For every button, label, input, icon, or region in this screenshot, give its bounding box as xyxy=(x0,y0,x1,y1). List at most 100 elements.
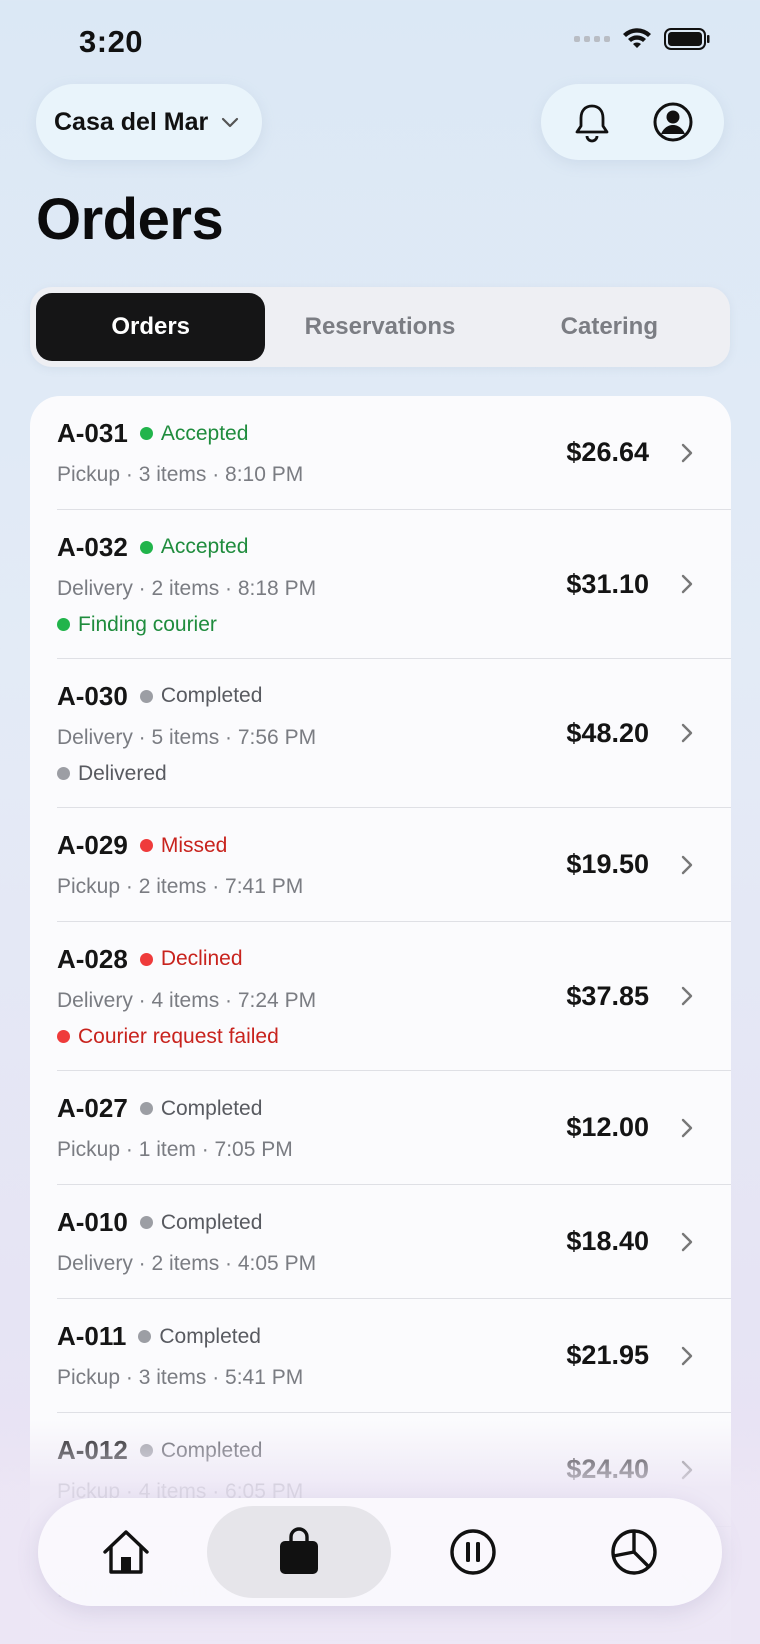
order-info: A-029 Missed Pickup · 2 items · 7:41 PM xyxy=(57,830,566,899)
order-id: A-030 xyxy=(57,680,128,711)
order-header: A-011 Completed xyxy=(57,1321,566,1352)
order-status-label: Completed xyxy=(160,1096,263,1120)
order-id: A-027 xyxy=(57,1093,128,1123)
tab-reports[interactable] xyxy=(554,1506,714,1598)
chevron-right-icon xyxy=(681,1460,693,1479)
order-status-label: Completed xyxy=(160,1210,263,1234)
tab-catering[interactable]: Catering xyxy=(495,293,724,361)
order-info: A-030 Completed Delivery · 5 items · 7:56 … xyxy=(57,681,566,786)
bell-icon xyxy=(575,104,609,143)
order-header: A-030 Completed xyxy=(57,681,566,712)
order-status-label: Completed xyxy=(160,684,263,707)
page-title: Orders xyxy=(36,187,224,252)
restaurant-name: Casa del Mar xyxy=(54,107,209,136)
order-status-badge: Completed xyxy=(139,1210,263,1235)
order-status-badge: Declined xyxy=(139,947,243,971)
order-info: A-031 Accepted Pickup · 3 items · 8:10 PM xyxy=(57,418,566,487)
chevron-right-icon xyxy=(681,1118,693,1137)
status-dot-icon xyxy=(139,689,153,703)
order-info: A-011 Completed Pickup · 3 items · 5:41 PM xyxy=(57,1321,566,1390)
order-price: $26.64 xyxy=(566,437,649,467)
chevron-down-icon xyxy=(222,117,239,128)
order-meta: Pickup · 3 items · 5:41 PM xyxy=(57,1366,304,1389)
order-meta: Delivery · 2 items · 8:18 PM xyxy=(57,576,317,600)
order-row[interactable]: A-027 Completed Pickup · 1 item · 7:05 PM $… xyxy=(57,1071,731,1185)
status-bar: 3:20 xyxy=(0,0,760,80)
chevron-right-icon xyxy=(681,443,693,462)
order-row[interactable]: A-011 Completed Pickup · 3 items · 5:41 PM… xyxy=(57,1299,731,1413)
tab-orders[interactable]: Orders xyxy=(36,293,266,361)
chevron-right-icon xyxy=(681,986,693,1006)
shopping-bag-icon xyxy=(280,1527,319,1574)
order-row[interactable]: A-028 Declined Delivery · 4 items · 7:24 P… xyxy=(57,922,731,1071)
status-dot-icon xyxy=(57,618,70,631)
order-price: $19.50 xyxy=(566,849,649,879)
order-header: A-012 Completed xyxy=(57,1435,566,1466)
order-status-label: Accepted xyxy=(160,535,249,558)
order-status-label: Missed xyxy=(160,833,228,857)
chevron-right-icon xyxy=(681,1346,693,1365)
restaurant-selector[interactable]: Casa del Mar xyxy=(36,84,262,160)
order-info: A-032 Accepted Delivery · 2 items · 8:18 P… xyxy=(57,532,566,637)
order-info: A-028 Declined Delivery · 4 items · 7:24 P… xyxy=(57,944,566,1049)
order-row[interactable]: A-032 Accepted Delivery · 2 items · 8:18 P… xyxy=(57,510,731,659)
status-dot-icon xyxy=(57,1030,70,1043)
order-price: $48.20 xyxy=(566,717,649,748)
order-id: A-028 xyxy=(57,943,128,974)
tab-pause[interactable] xyxy=(393,1506,553,1598)
order-status-badge: Missed xyxy=(139,833,228,858)
order-status-badge: Completed xyxy=(139,1096,263,1121)
courier-status: Finding courier xyxy=(57,613,566,637)
order-id: A-029 xyxy=(57,830,128,860)
order-header: A-028 Declined xyxy=(57,944,566,975)
tab-home[interactable] xyxy=(46,1506,206,1598)
status-dot-icon xyxy=(139,1216,153,1229)
status-dot-icon xyxy=(138,1330,152,1343)
order-meta: Delivery · 4 items · 7:24 PM xyxy=(57,988,317,1012)
order-price: $24.40 xyxy=(566,1454,649,1484)
notifications-button[interactable] xyxy=(562,92,622,152)
account-button[interactable] xyxy=(643,92,703,152)
order-price: $18.40 xyxy=(566,1226,649,1256)
order-info: A-027 Completed Pickup · 1 item · 7:05 PM xyxy=(57,1093,566,1162)
tab-orders-nav[interactable] xyxy=(207,1506,392,1598)
order-header: A-027 Completed xyxy=(57,1093,566,1124)
order-status-label: Declined xyxy=(160,947,243,970)
courier-status-label: Finding courier xyxy=(78,612,217,636)
chevron-right-icon xyxy=(681,855,693,874)
status-dot-icon xyxy=(139,1444,153,1457)
order-info: A-010 Completed Delivery · 2 items · 4:05 … xyxy=(57,1207,566,1276)
order-row[interactable]: A-031 Accepted Pickup · 3 items · 8:10 PM $… xyxy=(57,396,731,510)
order-status-badge: Completed xyxy=(139,1438,263,1463)
status-dot-icon xyxy=(139,427,153,440)
order-row[interactable]: A-029 Missed Pickup · 2 items · 7:41 PM $19… xyxy=(57,808,731,922)
order-id: A-011 xyxy=(57,1321,127,1351)
order-status-badge: Completed xyxy=(139,684,263,708)
user-circle-icon xyxy=(653,102,693,142)
order-row[interactable]: A-030 Completed Delivery · 5 items · 7:56 … xyxy=(57,659,731,808)
chevron-right-icon xyxy=(681,723,693,743)
courier-status: Courier request failed xyxy=(57,1025,566,1049)
order-price: $37.85 xyxy=(566,980,649,1011)
home-icon xyxy=(103,1530,149,1574)
order-meta: Delivery · 2 items · 4:05 PM xyxy=(57,1252,317,1275)
order-row[interactable]: A-010 Completed Delivery · 2 items · 4:05 … xyxy=(57,1185,731,1299)
status-dot-icon xyxy=(57,767,70,780)
tab-reservations[interactable]: Reservations xyxy=(265,293,494,361)
courier-status-label: Delivered xyxy=(78,761,167,785)
order-status-label: Completed xyxy=(160,1438,263,1462)
pause-icon xyxy=(449,1529,496,1575)
status-icons xyxy=(574,28,710,50)
order-status-badge: Accepted xyxy=(139,422,248,446)
order-meta: Delivery · 5 items · 7:56 PM xyxy=(57,725,317,749)
order-price: $21.95 xyxy=(566,1340,649,1370)
order-price: $12.00 xyxy=(566,1112,649,1142)
status-dot-icon xyxy=(139,540,153,554)
order-header: A-032 Accepted xyxy=(57,532,566,563)
chevron-right-icon xyxy=(681,1232,693,1251)
order-header: A-010 Completed xyxy=(57,1207,566,1238)
chevron-right-icon xyxy=(681,574,693,594)
courier-status-label: Courier request failed xyxy=(78,1024,279,1048)
pie-chart-icon xyxy=(611,1529,657,1575)
status-dot-icon xyxy=(139,1102,153,1115)
